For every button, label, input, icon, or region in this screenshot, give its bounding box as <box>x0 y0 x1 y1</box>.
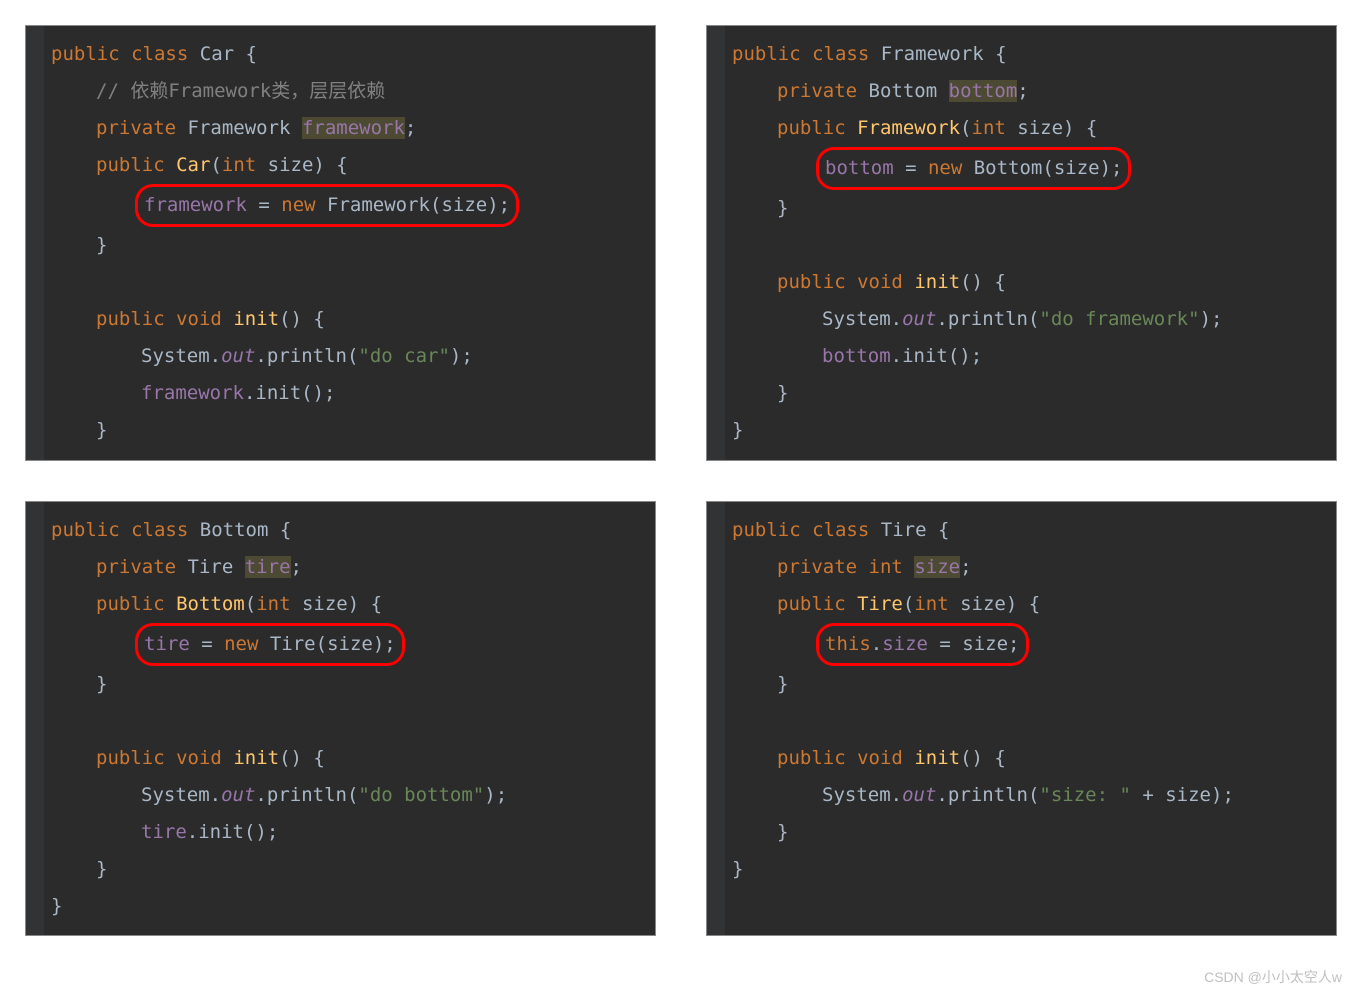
code-line: bottom.init(); <box>732 338 1321 375</box>
code-line: } <box>732 375 1321 412</box>
code-comment: // 依赖Framework类，层层依赖 <box>51 73 640 110</box>
gutter <box>707 26 725 460</box>
highlighted-line: tire = new Tire(size); <box>51 623 640 666</box>
highlighted-line: this.size = size; <box>732 623 1321 666</box>
code-line: private Bottom bottom; <box>732 73 1321 110</box>
code-line: public Tire(int size) { <box>732 586 1321 623</box>
code-block-car: public class Car { // 依赖Framework类，层层依赖 … <box>25 25 656 461</box>
code-line: tire.init(); <box>51 814 640 851</box>
code-line: System.out.println("size: " + size); <box>732 777 1321 814</box>
code-line: System.out.println("do bottom"); <box>51 777 640 814</box>
highlighted-line: bottom = new Bottom(size); <box>732 147 1321 190</box>
code-line: public class Car { <box>51 36 640 73</box>
code-line: public void init() { <box>51 301 640 338</box>
highlighted-line: framework = new Framework(size); <box>51 184 640 227</box>
code-block-bottom: public class Bottom { private Tire tire;… <box>25 501 656 937</box>
code-line: } <box>51 888 640 925</box>
gutter <box>26 502 44 936</box>
watermark: CSDN @小小太空人w <box>1204 967 1342 987</box>
code-line: public void init() { <box>732 264 1321 301</box>
code-line: } <box>732 190 1321 227</box>
gutter <box>26 26 44 460</box>
code-line: private int size; <box>732 549 1321 586</box>
code-block-framework: public class Framework { private Bottom … <box>706 25 1337 461</box>
code-line: } <box>732 666 1321 703</box>
code-block-tire: public class Tire { private int size; pu… <box>706 501 1337 937</box>
gutter <box>707 502 725 936</box>
code-line: private Tire tire; <box>51 549 640 586</box>
code-line: } <box>51 227 640 264</box>
code-line: } <box>51 412 640 449</box>
code-line: public Bottom(int size) { <box>51 586 640 623</box>
code-line: public Framework(int size) { <box>732 110 1321 147</box>
code-line: } <box>51 851 640 888</box>
code-line: public class Tire { <box>732 512 1321 549</box>
code-line: public void init() { <box>51 740 640 777</box>
code-line: public class Bottom { <box>51 512 640 549</box>
code-line: public class Framework { <box>732 36 1321 73</box>
code-line: System.out.println("do framework"); <box>732 301 1321 338</box>
code-line: System.out.println("do car"); <box>51 338 640 375</box>
code-line: } <box>732 412 1321 449</box>
blank-line <box>51 703 640 740</box>
code-line: } <box>732 814 1321 851</box>
code-line: } <box>51 666 640 703</box>
code-line: public void init() { <box>732 740 1321 777</box>
code-grid: public class Car { // 依赖Framework类，层层依赖 … <box>25 25 1337 936</box>
blank-line <box>51 264 640 301</box>
code-line: framework.init(); <box>51 375 640 412</box>
blank-line <box>732 703 1321 740</box>
code-line: public Car(int size) { <box>51 147 640 184</box>
code-line: } <box>732 851 1321 888</box>
blank-line <box>732 227 1321 264</box>
code-line: private Framework framework; <box>51 110 640 147</box>
